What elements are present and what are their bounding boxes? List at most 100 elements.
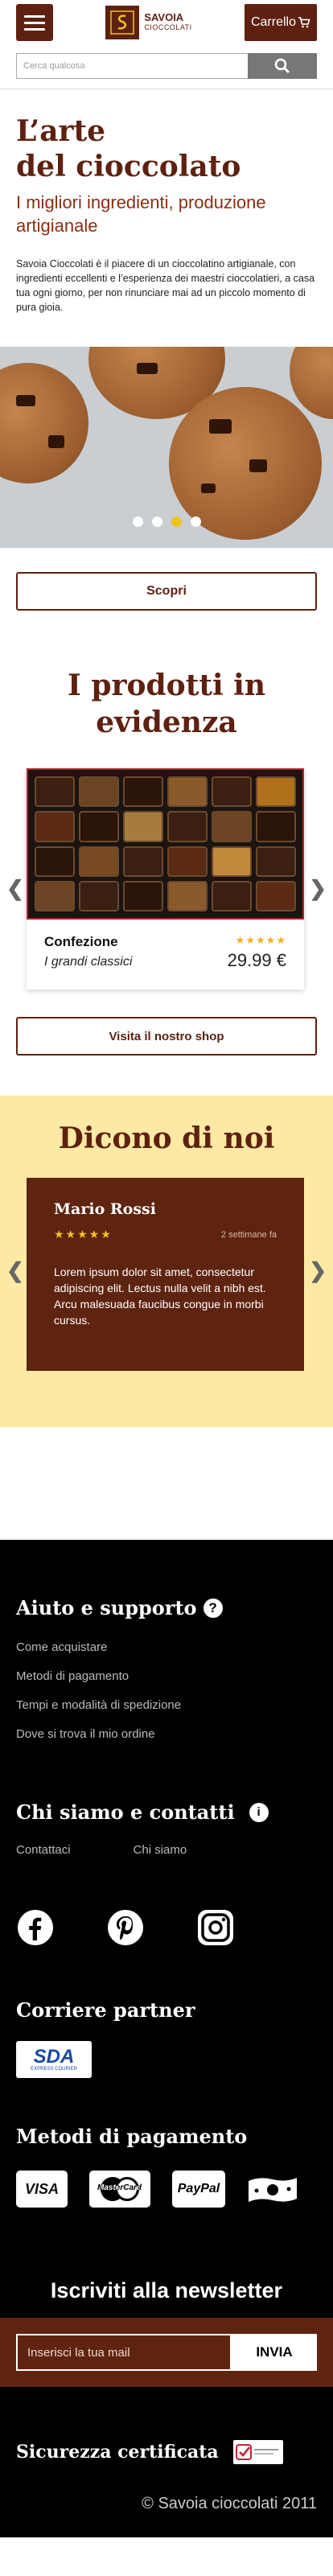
instagram-icon[interactable] (196, 1908, 235, 1947)
sda-tagline: EXPRESS COURIER (31, 2067, 77, 2072)
logo-mark-icon (105, 6, 140, 39)
carousel-dot[interactable] (151, 516, 162, 527)
newsletter-submit-button[interactable]: INVIA (232, 2334, 317, 2371)
info-icon: i (249, 1802, 269, 1822)
hero-description: Savoia Cioccolati è il piacere di un cio… (16, 258, 315, 313)
mastercard-icon: MasterCard (89, 2171, 150, 2208)
security-title: Sicurezza certificata (16, 2440, 317, 2464)
carousel-dot[interactable] (190, 516, 201, 527)
search-bar (16, 53, 317, 79)
facebook-icon[interactable] (16, 1908, 55, 1947)
review-text: Lorem ipsum dolor sit amet, consectetur … (54, 1265, 266, 1327)
product-info: Confezione I grandi classici ★★★★★ 29.99… (27, 920, 304, 971)
search-icon (274, 58, 290, 74)
help-icon: ? (203, 1598, 223, 1618)
footer-link[interactable]: Metodi di pagamento (16, 1669, 317, 1683)
newsletter-email-input[interactable] (16, 2334, 232, 2371)
review-meta: ★★★★★ 2 settimane fa (54, 1228, 277, 1241)
visa-label: VISA (24, 2180, 59, 2197)
testimonial-carousel: ❮ Mario Rossi ★★★★★ 2 settimane fa Lorem… (0, 1178, 333, 1371)
menu-icon-bar (24, 21, 45, 24)
product-carousel: ❮ Confezione I grandi classici ★★★★★ 29.… (0, 768, 333, 990)
site-header: SAVOIA CIOCCOLATI Carrello (0, 0, 333, 45)
product-name: Confezione (44, 934, 118, 949)
security-title-text: Sicurezza certificata (16, 2442, 219, 2463)
chocolate-chunk (209, 419, 232, 434)
search-button[interactable] (248, 53, 317, 79)
visa-icon: VISA (16, 2171, 68, 2208)
cart-button[interactable]: Carrello (244, 4, 317, 41)
support-title: Aiuto e supporto ? (16, 1596, 317, 1619)
support-title-text: Aiuto e supporto (16, 1596, 197, 1619)
cash-icon (247, 2171, 298, 2208)
chocolate-chunk (137, 363, 158, 374)
testimonials-section: Dicono di noi ❮ Mario Rossi ★★★★★ 2 sett… (0, 1096, 333, 1427)
menu-button[interactable] (16, 4, 53, 41)
product-card[interactable]: Confezione I grandi classici ★★★★★ 29.99… (27, 768, 304, 990)
logo-subtitle: CIOCCOLATI (144, 23, 192, 31)
newsletter-title: Iscriviti alla newsletter (50, 2278, 283, 2302)
logo-brand: SAVOIA (144, 11, 184, 23)
about-title-text: Chi siamo e contatti (16, 1800, 235, 1824)
search-input[interactable] (16, 53, 248, 79)
hero-title-line1: L’arte (16, 114, 106, 148)
hero-section: L’arte del cioccolato I migliori ingredi… (0, 89, 333, 315)
paypal-label: PayPal (177, 2182, 220, 2195)
newsletter-section: Iscriviti alla newsletter INVIA (0, 2245, 333, 2387)
carousel-dots (0, 516, 333, 527)
about-title: Chi siamo e contatti i (16, 1800, 317, 1824)
about-links: Contattaci Chi siamo (16, 1843, 317, 1857)
chevron-right-icon[interactable]: ❯ (309, 1258, 327, 1283)
site-logo[interactable]: SAVOIA CIOCCOLATI (105, 6, 191, 39)
cart-label: Carrello (250, 15, 296, 29)
testimonial-card: Mario Rossi ★★★★★ 2 settimane fa Lorem i… (27, 1178, 304, 1371)
hero-title: L’arte del cioccolato (16, 113, 317, 184)
review-date: 2 settimane fa (220, 1229, 277, 1240)
site-footer: Aiuto e supporto ? Come acquistare Metod… (0, 1540, 333, 2537)
carousel-dot[interactable] (132, 516, 143, 527)
social-links (16, 1908, 317, 1947)
logo-text: SAVOIA CIOCCOLATI (144, 12, 191, 33)
menu-icon-bar (24, 14, 45, 18)
pinterest-icon[interactable] (106, 1908, 145, 1947)
hero-carousel[interactable] (0, 347, 333, 548)
product-price: 29.99 € (227, 950, 286, 970)
hero-subtitle: I migliori ingredienti, produzione artig… (16, 192, 266, 236)
courier-title: Corriere partner (16, 1998, 195, 2022)
chevron-right-icon[interactable]: ❯ (309, 876, 327, 901)
sda-name: SDA (33, 2046, 75, 2068)
review-stars: ★★★★★ (54, 1228, 113, 1241)
menu-icon-bar (24, 27, 45, 31)
cookie-image (0, 363, 88, 484)
footer-link-contact[interactable]: Contattaci (16, 1843, 71, 1857)
chevron-left-icon[interactable]: ❮ (6, 876, 24, 901)
footer-link[interactable]: Tempi e modalità di spedizione (16, 1698, 317, 1712)
product-image (27, 768, 304, 920)
chocolate-chunk (201, 484, 216, 493)
rating-stars: ★★★★★ (235, 934, 286, 946)
sda-logo: SDA EXPRESS COURIER (16, 2041, 92, 2078)
security-badge-icon (232, 2440, 283, 2464)
newsletter-form: INVIA (0, 2318, 333, 2387)
testimonials-title: Dicono di noi (58, 1121, 275, 1155)
paypal-icon: PayPal (172, 2171, 225, 2208)
chocolate-chunk (16, 395, 35, 406)
copyright: © Savoia cioccolati 2011 (142, 2495, 317, 2512)
footer-link[interactable]: Dove si trova il mio ordine (16, 1727, 317, 1741)
chocolate-chunk (48, 435, 64, 448)
payment-methods: VISA MasterCard PayPal (16, 2171, 317, 2208)
carousel-dot-active[interactable] (171, 516, 182, 527)
cart-icon (298, 17, 310, 28)
chevron-left-icon[interactable]: ❮ (6, 1258, 24, 1283)
product-line: I grandi classici (44, 955, 133, 969)
featured-title: I prodotti in evidenza (67, 669, 266, 739)
chocolate-chunk (249, 459, 267, 472)
mastercard-label: MasterCard (97, 2183, 142, 2192)
review-author: Mario Rossi (54, 1200, 156, 1218)
hero-title-line2: del cioccolato (16, 150, 241, 183)
visit-shop-button[interactable]: Visita il nostro shop (16, 1017, 317, 1056)
footer-link[interactable]: Come acquistare (16, 1640, 317, 1654)
payments-title: Metodi di pagamento (16, 2125, 248, 2148)
discover-button[interactable]: Scopri (16, 572, 317, 611)
footer-link-about[interactable]: Chi siamo (134, 1843, 187, 1857)
